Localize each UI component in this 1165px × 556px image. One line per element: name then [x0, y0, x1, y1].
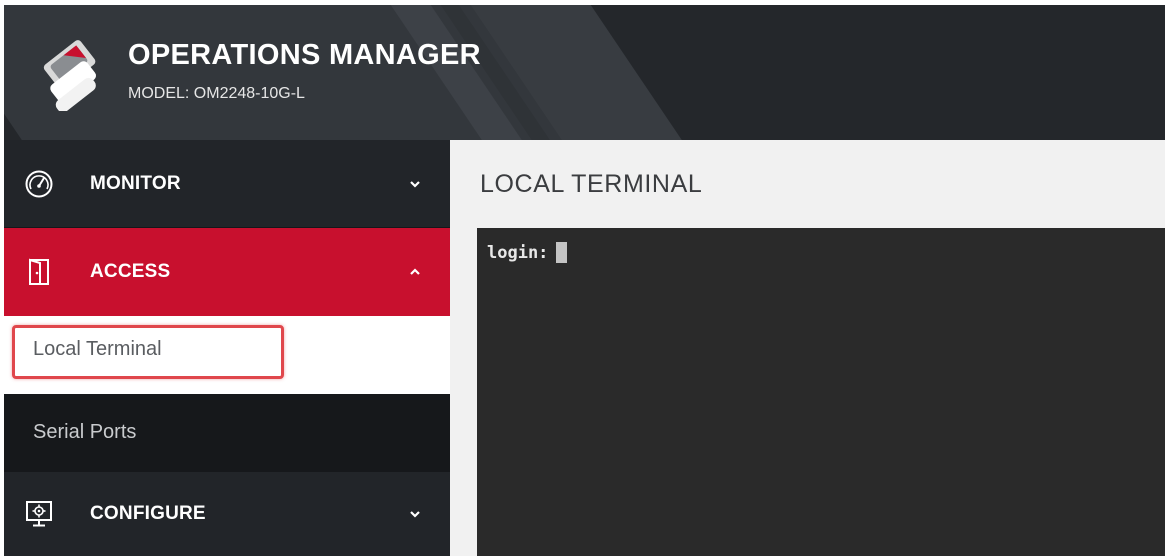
app-header: OPERATIONS MANAGER MODEL: OM2248-10G-L [4, 5, 1165, 140]
terminal-cursor [556, 242, 568, 263]
main-content: LOCAL TERMINAL login: [450, 140, 1165, 556]
product-model: MODEL: OM2248-10G-L [128, 85, 305, 102]
terminal-window[interactable]: login: [477, 228, 1165, 556]
door-icon [24, 257, 54, 287]
sidebar-item-label: MONITOR [90, 172, 181, 194]
sidebar-subitem-label: Serial Ports [33, 421, 137, 443]
sidebar-subitem-local-terminal[interactable]: Local Terminal [4, 316, 450, 394]
product-title: OPERATIONS MANAGER [128, 39, 481, 71]
chevron-down-icon [410, 511, 420, 518]
app-window: OPERATIONS MANAGER MODEL: OM2248-10G-L M… [4, 5, 1165, 556]
gear-monitor-icon [24, 499, 54, 529]
sidebar-item-monitor[interactable]: MONITOR [4, 140, 450, 228]
sidebar-item-label: CONFIGURE [90, 503, 206, 524]
page-title: LOCAL TERMINAL [480, 170, 703, 198]
sidebar: MONITOR ACCESS Local Terminal Serial Por… [4, 140, 450, 556]
chevron-down-icon [410, 180, 420, 188]
sidebar-subitem-label: Local Terminal [33, 338, 162, 360]
sidebar-item-access[interactable]: ACCESS [4, 228, 450, 316]
opengear-logo-icon [43, 40, 97, 111]
speedometer-icon [24, 169, 54, 199]
chevron-up-icon [410, 268, 420, 275]
sidebar-item-configure[interactable]: CONFIGURE [4, 472, 450, 556]
sidebar-item-label: ACCESS [90, 261, 171, 282]
terminal-prompt: login: [487, 242, 549, 263]
terminal-prompt-line: login: [487, 242, 568, 263]
sidebar-subitem-serial-ports[interactable]: Serial Ports [4, 394, 450, 472]
